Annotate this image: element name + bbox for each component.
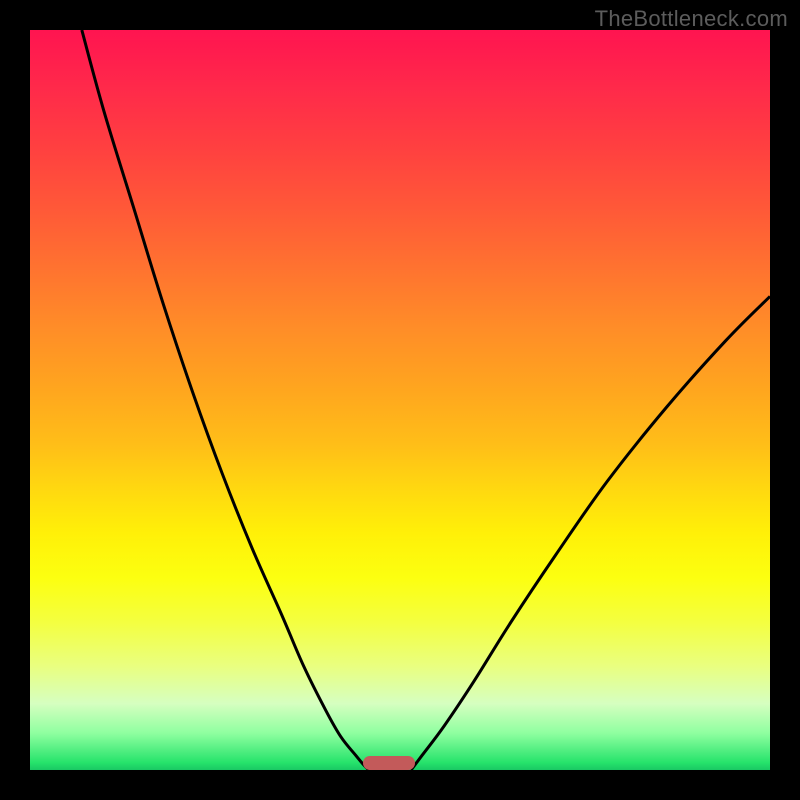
curve-svg xyxy=(30,30,770,770)
watermark-text: TheBottleneck.com xyxy=(595,6,788,32)
chart-plot-area xyxy=(30,30,770,770)
chart-frame xyxy=(30,30,770,770)
curve-path xyxy=(82,30,770,770)
optimal-range-marker xyxy=(363,756,415,770)
